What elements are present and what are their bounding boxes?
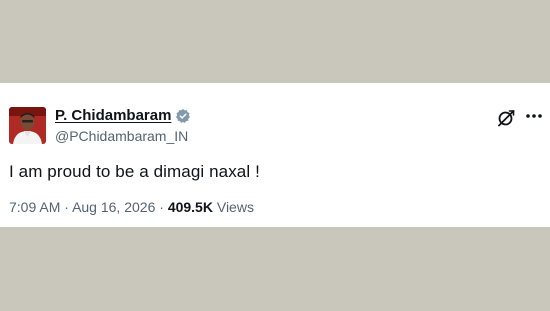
handle[interactable]: @PChidambaram_IN — [55, 128, 188, 144]
meta-separator: · — [64, 199, 69, 215]
tweet-time[interactable]: 7:09 AM — [9, 199, 60, 215]
views-label[interactable]: Views — [217, 199, 254, 215]
tweet-meta: 7:09 AM · Aug 16, 2026 · 409.5K Views — [9, 199, 254, 215]
tweet-text: I am proud to be a dimagi naxal ! — [9, 162, 260, 181]
name-row: P. Chidambaram — [55, 107, 191, 124]
views-count[interactable]: 409.5K — [168, 199, 213, 215]
tweet-card: P. Chidambaram @PChidambaram_IN I am pro… — [0, 83, 550, 227]
display-name[interactable]: P. Chidambaram — [55, 107, 171, 124]
verified-badge-icon — [175, 108, 191, 124]
more-options-icon[interactable] — [524, 107, 544, 125]
meta-separator: · — [159, 199, 164, 215]
grok-icon[interactable] — [497, 109, 515, 127]
tweet-date[interactable]: Aug 16, 2026 — [72, 199, 155, 215]
avatar-image — [9, 107, 46, 144]
avatar[interactable] — [9, 107, 46, 144]
